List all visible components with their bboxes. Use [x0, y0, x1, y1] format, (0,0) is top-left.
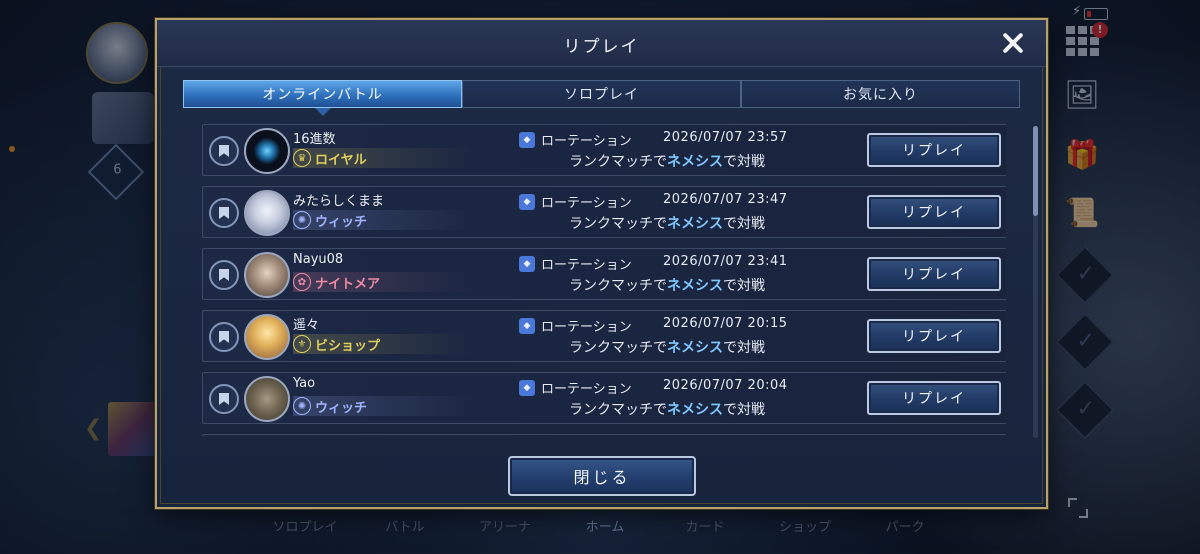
replay-dialog: リプレイ オンラインバトル ソロプレイ お気に入り 16進数 ♛ ロイヤル ◆ … [155, 18, 1048, 509]
favorite-bookmark-icon[interactable] [209, 322, 239, 352]
class-emblem-icon: ⚜ [293, 335, 311, 353]
desc-prefix: ランクマッチで [569, 278, 667, 294]
replay-row: みたらしくまま ✺ ウィッチ ◆ ローテーション 2026/07/07 23:4… [202, 186, 1006, 238]
class-label: ✺ ウィッチ [293, 396, 473, 416]
desc-suffix: で対戦 [723, 340, 765, 356]
replay-button[interactable]: リプレイ [867, 381, 1001, 415]
class-label: ✿ ナイトメア [293, 272, 473, 292]
opponent-name: 16進数 [293, 132, 336, 147]
tab-online-battle[interactable]: オンラインバトル [183, 80, 462, 116]
deck-archetype: ネメシス [667, 340, 723, 356]
match-datetime: 2026/07/07 23:41 [663, 254, 788, 269]
tab-favorites[interactable]: お気に入り [741, 80, 1020, 108]
class-name: ウィッチ [315, 214, 368, 230]
format-name: ローテーション [541, 382, 632, 397]
desc-suffix: で対戦 [723, 216, 765, 232]
opponent-name: みたらしくまま [293, 194, 385, 209]
match-datetime: 2026/07/07 23:47 [663, 192, 788, 207]
deck-archetype: ネメシス [667, 216, 723, 232]
opponent-name: Yao [293, 376, 316, 391]
opponent-avatar [244, 314, 290, 360]
class-label: ⚜ ビショップ [293, 334, 473, 354]
scrollbar[interactable] [1033, 126, 1038, 438]
rotation-format-icon: ◆ [519, 317, 535, 334]
class-emblem-icon: ✺ [293, 211, 311, 229]
class-emblem-icon: ✿ [293, 273, 311, 291]
match-description: ランクマッチでネメシスで対戦 [569, 151, 765, 171]
rotation-format-icon: ◆ [519, 379, 535, 396]
class-name: ナイトメア [315, 276, 381, 292]
class-name: ビショップ [315, 338, 381, 354]
format-name: ローテーション [541, 320, 632, 335]
class-name: ウィッチ [315, 400, 368, 416]
match-description: ランクマッチでネメシスで対戦 [569, 337, 765, 357]
desc-prefix: ランクマッチで [569, 402, 667, 418]
opponent-avatar [244, 128, 290, 174]
tab-solo-play[interactable]: ソロプレイ [462, 80, 741, 108]
replay-row: Yao ✺ ウィッチ ◆ ローテーション 2026/07/07 20:04 ラン… [202, 372, 1006, 424]
replay-button[interactable]: リプレイ [867, 133, 1001, 167]
close-button[interactable]: 閉じる [508, 456, 696, 496]
deck-archetype: ネメシス [667, 402, 723, 418]
replay-list[interactable]: 16進数 ♛ ロイヤル ◆ ローテーション 2026/07/07 23:57 ラ… [202, 124, 1006, 436]
replay-button[interactable]: リプレイ [867, 257, 1001, 291]
favorite-bookmark-icon[interactable] [209, 198, 239, 228]
desc-suffix: で対戦 [723, 154, 765, 170]
class-name: ロイヤル [315, 152, 367, 168]
deck-archetype: ネメシス [667, 154, 723, 170]
favorite-bookmark-icon[interactable] [209, 384, 239, 414]
format-label: ◆ ローテーション [519, 192, 632, 211]
format-name: ローテーション [541, 134, 632, 149]
opponent-avatar [244, 252, 290, 298]
format-label: ◆ ローテーション [519, 316, 632, 335]
desc-suffix: で対戦 [723, 278, 765, 294]
class-label: ♛ ロイヤル [293, 148, 473, 168]
rotation-format-icon: ◆ [519, 193, 535, 210]
opponent-name: Nayu08 [293, 252, 344, 267]
match-description: ランクマッチでネメシスで対戦 [569, 275, 765, 295]
favorite-bookmark-icon[interactable] [209, 136, 239, 166]
desc-prefix: ランクマッチで [569, 340, 667, 356]
class-emblem-icon: ♛ [293, 149, 311, 167]
format-name: ローテーション [541, 196, 632, 211]
format-label: ◆ ローテーション [519, 378, 632, 397]
deck-archetype: ネメシス [667, 278, 723, 294]
class-emblem-icon: ✺ [293, 397, 311, 415]
match-description: ランクマッチでネメシスで対戦 [569, 399, 765, 419]
match-datetime: 2026/07/07 20:04 [663, 378, 788, 393]
favorite-bookmark-icon[interactable] [209, 260, 239, 290]
replay-button[interactable]: リプレイ [867, 319, 1001, 353]
opponent-name: 遥々 [293, 318, 320, 333]
format-label: ◆ ローテーション [519, 254, 632, 273]
match-datetime: 2026/07/07 20:15 [663, 316, 788, 331]
replay-button[interactable]: リプレイ [867, 195, 1001, 229]
rotation-format-icon: ◆ [519, 131, 535, 148]
tab-bar: オンラインバトル ソロプレイ お気に入り [183, 80, 1020, 116]
match-description: ランクマッチでネメシスで対戦 [569, 213, 765, 233]
desc-prefix: ランクマッチで [569, 154, 667, 170]
match-datetime: 2026/07/07 23:57 [663, 130, 788, 145]
format-label: ◆ ローテーション [519, 130, 632, 149]
desc-suffix: で対戦 [723, 402, 765, 418]
format-name: ローテーション [541, 258, 632, 273]
close-icon[interactable] [1000, 30, 1026, 56]
desc-prefix: ランクマッチで [569, 216, 667, 232]
scroll-thumb[interactable] [1033, 126, 1038, 216]
replay-row: 遥々 ⚜ ビショップ ◆ ローテーション 2026/07/07 20:15 ラン… [202, 310, 1006, 362]
class-label: ✺ ウィッチ [293, 210, 473, 230]
rotation-format-icon: ◆ [519, 255, 535, 272]
replay-row: Nayu08 ✿ ナイトメア ◆ ローテーション 2026/07/07 23:4… [202, 248, 1006, 300]
opponent-avatar [244, 190, 290, 236]
replay-row-partial [202, 434, 1006, 436]
dialog-header: リプレイ [157, 20, 1046, 67]
replay-row: 16進数 ♛ ロイヤル ◆ ローテーション 2026/07/07 23:57 ラ… [202, 124, 1006, 176]
opponent-avatar [244, 376, 290, 422]
dialog-title: リプレイ [563, 37, 640, 57]
